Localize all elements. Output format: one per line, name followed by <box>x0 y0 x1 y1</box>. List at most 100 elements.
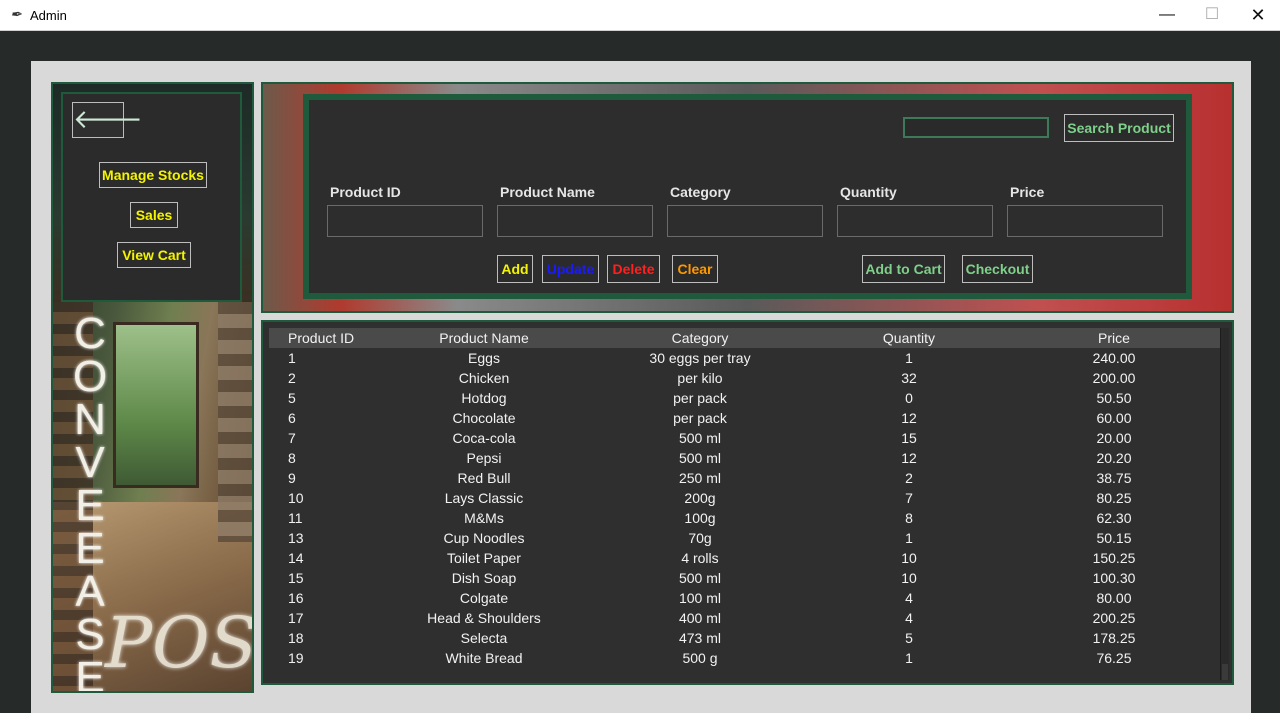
form-section: Search Product Product ID Product Name C… <box>261 82 1234 313</box>
table-row[interactable]: 9 Red Bull 250 ml 2 38.75 <box>269 468 1220 488</box>
product-id-cell: 11 <box>288 510 303 526</box>
update-button[interactable]: Update <box>542 255 599 283</box>
quantity-cell: 12 <box>901 450 917 466</box>
search-input[interactable] <box>903 117 1049 138</box>
product-id-cell: 1 <box>288 350 296 366</box>
table-row[interactable]: 8 Pepsi 500 ml 12 20.20 <box>269 448 1220 468</box>
product-id-cell: 5 <box>288 390 296 406</box>
category-cell: 500 ml <box>678 450 722 466</box>
quantity-cell: 10 <box>901 570 917 586</box>
price-cell: 50.15 <box>1096 530 1132 546</box>
price-cell: 38.75 <box>1096 470 1132 486</box>
quantity-cell: 10 <box>901 550 917 566</box>
product-name-label: Product Name <box>500 184 595 200</box>
price-cell: 20.00 <box>1096 430 1132 446</box>
category-cell: per kilo <box>677 370 723 386</box>
quantity-field[interactable] <box>837 205 993 237</box>
category-cell: 100g <box>684 510 716 526</box>
price-cell: 240.00 <box>1092 350 1136 366</box>
price-label: Price <box>1010 184 1045 200</box>
quantity-cell: 15 <box>901 430 917 446</box>
product-name-cell: M&Ms <box>464 510 504 526</box>
product-name-cell: Head & Shoulders <box>427 610 541 626</box>
quantity-cell: 32 <box>901 370 917 386</box>
category-label: Category <box>670 184 731 200</box>
price-cell: 178.25 <box>1092 630 1136 646</box>
table-row[interactable]: 17 Head & Shoulders 400 ml 4 200.25 <box>269 608 1220 628</box>
product-id-field[interactable] <box>327 205 483 237</box>
category-cell: 200g <box>684 490 716 506</box>
product-name-cell: Eggs <box>468 350 500 366</box>
category-cell: 30 eggs per tray <box>649 350 751 366</box>
back-arrow-icon: 🡐 <box>73 104 143 134</box>
product-id-cell: 2 <box>288 370 296 386</box>
category-cell: 400 ml <box>678 610 722 626</box>
price-cell: 150.25 <box>1092 550 1136 566</box>
brand-pos-sign: POS <box>105 602 252 684</box>
table-scrollbar[interactable] <box>1220 328 1229 680</box>
quantity-cell: 1 <box>905 350 913 366</box>
minimize-button[interactable]: — <box>1144 0 1190 30</box>
store-illustration: C O N V E E A S E POS <box>53 302 252 691</box>
table-row[interactable]: 14 Toilet Paper 4 rolls 10 150.25 <box>269 548 1220 568</box>
category-field[interactable] <box>667 205 823 237</box>
add-to-cart-button[interactable]: Add to Cart <box>862 255 945 283</box>
brand-vertical-text: C O N V E E A S E <box>73 309 108 692</box>
table-row[interactable]: 19 White Bread 500 g 1 76.25 <box>269 648 1220 668</box>
table-row[interactable]: 10 Lays Classic 200g 7 80.25 <box>269 488 1220 508</box>
product-name-cell: Selecta <box>460 630 508 646</box>
products-table: Product ID Product Name Category Quantit… <box>261 320 1234 685</box>
price-cell: 80.00 <box>1096 590 1132 606</box>
column-header-product-id[interactable]: Product ID <box>269 328 359 348</box>
scrollbar-thumb[interactable] <box>1222 664 1228 680</box>
column-header-product-name[interactable]: Product Name <box>379 328 589 348</box>
category-cell: 250 ml <box>678 470 722 486</box>
view-cart-button[interactable]: View Cart <box>117 242 191 268</box>
quantity-label: Quantity <box>840 184 897 200</box>
column-header-quantity[interactable]: Quantity <box>809 328 1009 348</box>
product-id-cell: 9 <box>288 470 296 486</box>
clear-button[interactable]: Clear <box>672 255 718 283</box>
table-row[interactable]: 15 Dish Soap 500 ml 10 100.30 <box>269 568 1220 588</box>
price-cell: 50.50 <box>1096 390 1132 406</box>
maximize-button[interactable]: ☐ <box>1189 0 1235 30</box>
category-cell: 70g <box>688 530 712 546</box>
back-button[interactable]: 🡐 <box>72 102 143 138</box>
delete-button[interactable]: Delete <box>607 255 660 283</box>
product-id-cell: 7 <box>288 430 296 446</box>
product-name-field[interactable] <box>497 205 653 237</box>
table-body: 1 Eggs 30 eggs per tray 1 240.00 2 Chicken per … <box>269 348 1220 668</box>
table-row[interactable]: 11 M&Ms 100g 8 62.30 <box>269 508 1220 528</box>
table-row[interactable]: 16 Colgate 100 ml 4 80.00 <box>269 588 1220 608</box>
close-button[interactable]: ✕ <box>1235 0 1280 30</box>
quantity-cell: 4 <box>905 590 913 606</box>
category-cell: per pack <box>673 410 727 426</box>
sales-button[interactable]: Sales <box>130 202 178 228</box>
price-cell: 60.00 <box>1096 410 1132 426</box>
manage-stocks-button[interactable]: Manage Stocks <box>99 162 207 188</box>
table-row[interactable]: 5 Hotdog per pack 0 50.50 <box>269 388 1220 408</box>
product-name-cell: Hotdog <box>461 390 507 406</box>
feather-icon: ✒ <box>10 6 22 22</box>
checkout-button[interactable]: Checkout <box>962 255 1033 283</box>
column-header-price[interactable]: Price <box>1014 328 1214 348</box>
search-product-button[interactable]: Search Product <box>1064 114 1174 142</box>
price-cell: 80.25 <box>1096 490 1132 506</box>
column-header-category[interactable]: Category <box>589 328 811 348</box>
quantity-cell: 4 <box>905 610 913 626</box>
price-field[interactable] <box>1007 205 1163 237</box>
category-cell: 500 g <box>682 650 718 666</box>
add-button[interactable]: Add <box>497 255 533 283</box>
table-row[interactable]: 2 Chicken per kilo 32 200.00 <box>269 368 1220 388</box>
table-row[interactable]: 1 Eggs 30 eggs per tray 1 240.00 <box>269 348 1220 368</box>
table-row[interactable]: 6 Chocolate per pack 12 60.00 <box>269 408 1220 428</box>
table-row[interactable]: 13 Cup Noodles 70g 1 50.15 <box>269 528 1220 548</box>
nav-box: 🡐 Manage Stocks Sales View Cart <box>61 92 242 302</box>
product-id-cell: 13 <box>288 530 304 546</box>
quantity-cell: 5 <box>905 630 913 646</box>
product-id-cell: 6 <box>288 410 296 426</box>
product-name-cell: Red Bull <box>457 470 511 486</box>
table-row[interactable]: 7 Coca-cola 500 ml 15 20.00 <box>269 428 1220 448</box>
table-row[interactable]: 18 Selecta 473 ml 5 178.25 <box>269 628 1220 648</box>
title-bar: ✒ Admin — ☐ ✕ <box>0 0 1280 31</box>
